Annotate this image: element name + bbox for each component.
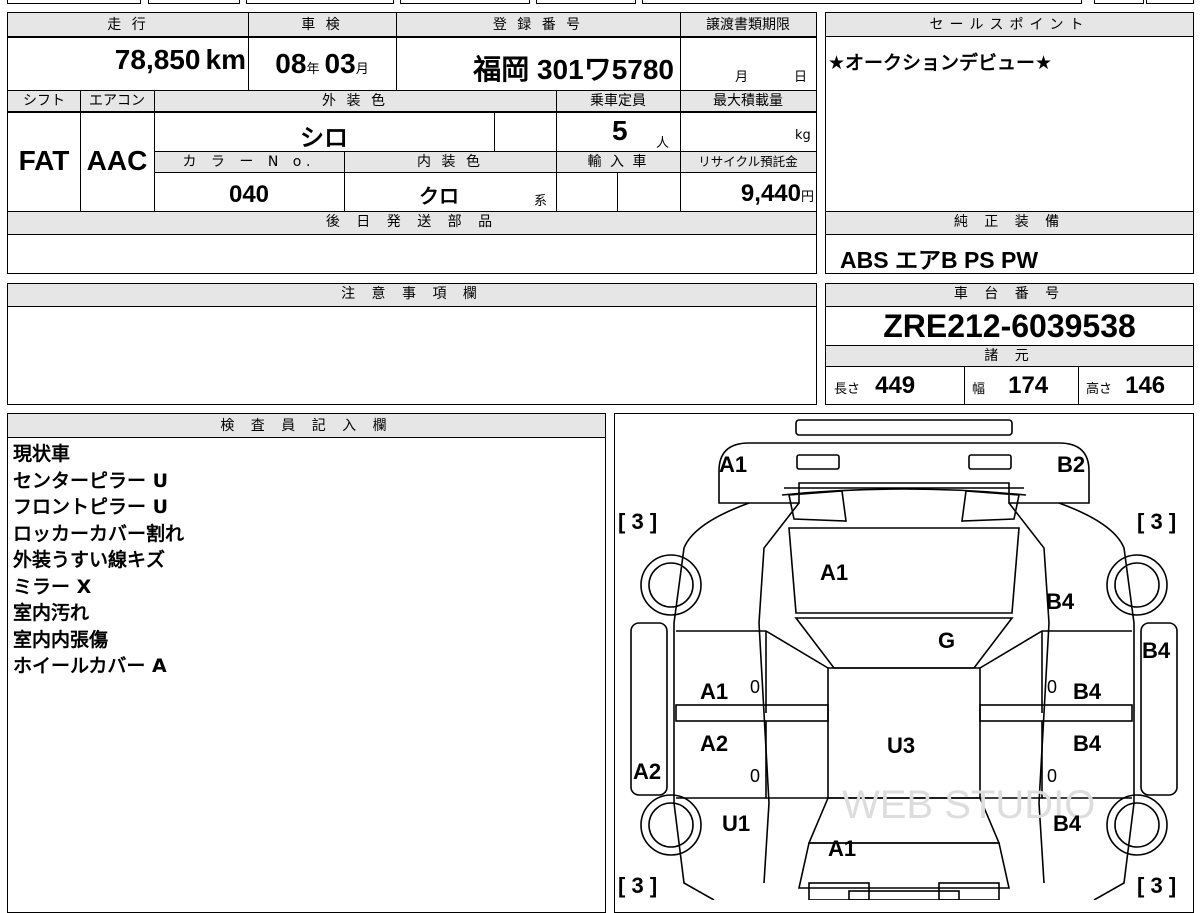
mark-front-door-right: B4: [1073, 679, 1102, 704]
car-diagram: WEB STUDIO: [630, 419, 1178, 900]
shift-value: FAT: [18, 145, 70, 176]
shift-label: シフト: [23, 93, 65, 109]
list-item: ロッカーカバー割れ: [13, 522, 185, 545]
list-item: センターピラー U: [13, 469, 169, 492]
inspector-notes-list: 現状車 センターピラー U フロントピラー U ロッカーカバー割れ 外装うすい線…: [13, 441, 184, 680]
color-no-value: 040: [228, 181, 270, 208]
spec-length: 長さ 449: [834, 372, 916, 399]
list-item: ミラー X: [13, 575, 92, 598]
zero-mark: 0: [1047, 766, 1058, 786]
transfer-month-unit: 月: [735, 70, 749, 85]
list-item: 現状車: [13, 443, 71, 465]
shaken-label: 車 検: [301, 17, 343, 33]
tire-tread-front-left: [ 3 ]: [618, 509, 658, 534]
chassis-number: ZRE212-6039538: [883, 308, 1136, 344]
aircon-label: エアコン: [89, 93, 145, 109]
mark-front-door-left: A1: [700, 679, 729, 704]
tire-tread-rear-right: [ 3 ]: [1137, 873, 1177, 898]
list-item: ホイールカバー A: [13, 655, 167, 677]
mark-rear-door-left: A2: [700, 731, 729, 756]
mark-front-fender-right: B4: [1046, 589, 1075, 614]
mark-rear-door-right: B4: [1073, 731, 1102, 756]
zero-mark: 0: [1047, 677, 1058, 697]
tire-tread-front-right: [ 3 ]: [1137, 509, 1177, 534]
mark-rear-fender-left: U1: [722, 811, 751, 836]
registration-label: 登 録 番 号: [492, 17, 584, 33]
top-strip-cell: [1146, 0, 1194, 4]
mark-right-side-panel: B4: [1142, 638, 1171, 663]
zero-mark: 0: [750, 766, 761, 786]
shaken-value: 08年 03月: [275, 48, 369, 79]
transfer-deadline-label: 譲渡書類期限: [706, 17, 790, 33]
genuine-equipment-label: 純 正 装 備: [826, 212, 1193, 235]
top-strip-cell: [536, 0, 636, 4]
list-item: 室内内張傷: [13, 628, 109, 651]
registration-number: 福岡 301ワ5780: [473, 54, 674, 85]
top-strip-cell: [1094, 0, 1144, 4]
mark-hood: A1: [820, 560, 849, 585]
list-item: フロントピラー U: [13, 496, 169, 518]
genuine-equipment-value: ABS エアB PS PW: [840, 247, 1039, 273]
specs-label: 諸 元: [826, 345, 1193, 367]
capacity-unit: 人: [656, 136, 670, 151]
zero-mark: 0: [750, 677, 761, 697]
mark-rear-fender-right: B4: [1053, 811, 1082, 836]
top-strip-cell: [642, 0, 1082, 4]
mileage-label: 走 行: [107, 17, 149, 33]
interior-color-label: 内 装 色: [417, 154, 483, 170]
mark-rear: A1: [828, 836, 857, 861]
import-label: 輸 入 車: [587, 154, 649, 170]
mileage-unit: km: [205, 44, 246, 75]
mileage-value: 78,850 km: [114, 44, 246, 75]
max-load-unit: kg: [795, 128, 811, 143]
mark-windshield: G: [938, 628, 956, 653]
aircon-value: AAC: [86, 145, 148, 176]
capacity-label: 乗車定員: [590, 93, 646, 109]
sales-point-label: セールスポイント: [826, 13, 1193, 37]
spec-width: 幅 174: [972, 372, 1049, 399]
exterior-color-value: シロ: [300, 125, 348, 152]
top-strip-cell: [148, 0, 240, 4]
sales-point-box: [825, 12, 1194, 212]
list-item: 外装うすい線キズ: [13, 549, 166, 571]
top-strip-cell: [7, 0, 141, 4]
mark-roof: U3: [887, 733, 916, 758]
mark-front-left: A1: [719, 452, 748, 477]
top-strip-cell: [246, 0, 394, 4]
interior-color-value: クロ: [419, 186, 459, 208]
transfer-day-unit: 日: [794, 70, 808, 85]
mark-left-rocker: A2: [633, 759, 662, 784]
mark-front-right: B2: [1057, 452, 1086, 477]
later-parts-label: 後 日 発 送 部 品: [8, 212, 816, 235]
recycle-label: リサイクル預託金: [698, 154, 798, 169]
max-load-label: 最大積載量: [713, 93, 783, 109]
sales-point-text: ★オークションデビュー★: [828, 52, 1053, 74]
list-item: 室内汚れ: [13, 602, 90, 624]
top-strip-cell: [400, 0, 530, 4]
interior-suffix: 系: [534, 194, 548, 209]
capacity-value: 5: [612, 115, 628, 146]
color-no-label: カ ラ ー N o.: [182, 154, 316, 170]
inspector-label: 検 査 員 記 入 欄: [8, 414, 605, 438]
tire-tread-rear-left: [ 3 ]: [618, 873, 658, 898]
spec-height: 高さ 146: [1086, 372, 1166, 399]
exterior-color-label: 外 装 色: [322, 93, 388, 109]
notes-label: 注 意 事 項 欄: [8, 284, 816, 307]
chassis-label: 車 台 番 号: [826, 284, 1193, 307]
recycle-fee: 9,440円: [740, 180, 814, 207]
